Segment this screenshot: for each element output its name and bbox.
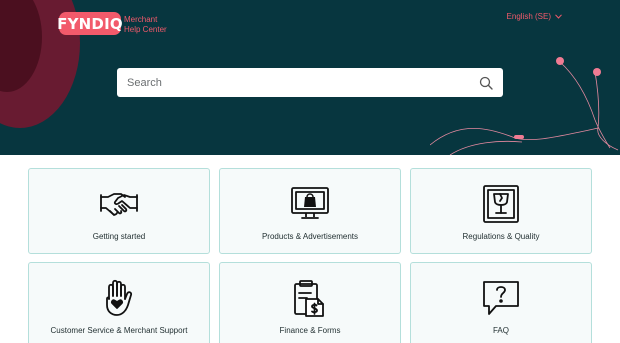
clipboard-dollar-icon — [289, 277, 331, 319]
category-card-products-advertisements[interactable]: Products & Advertisements — [219, 168, 401, 254]
site-subtitle[interactable]: Merchant Help Center — [124, 15, 167, 35]
category-label: Regulations & Quality — [462, 232, 540, 241]
fragile-box-icon — [480, 183, 522, 225]
category-label: Customer Service & Merchant Support — [50, 326, 188, 335]
category-card-customer-service[interactable]: Customer Service & Merchant Support — [28, 262, 210, 343]
logo-text: FYNDIQ — [57, 14, 123, 33]
category-card-regulations-quality[interactable]: Regulations & Quality — [410, 168, 592, 254]
search-input[interactable] — [127, 76, 479, 89]
subtitle-line-2: Help Center — [124, 25, 167, 34]
subtitle-line-1: Merchant — [124, 15, 158, 24]
category-label: FAQ — [492, 326, 509, 335]
category-card-getting-started[interactable]: Getting started — [28, 168, 210, 254]
hero-banner: FYNDIQ Merchant Help Center English (SE) — [0, 0, 620, 155]
category-label: Getting started — [92, 232, 146, 241]
category-card-faq[interactable]: FAQ — [410, 262, 592, 343]
earphones-illustration — [430, 57, 619, 155]
handshake-icon — [98, 183, 140, 225]
hand-heart-icon — [98, 277, 140, 319]
category-card-finance-forms[interactable]: Finance & Forms — [219, 262, 401, 343]
question-bubble-icon — [480, 277, 522, 319]
language-selector[interactable]: English (SE) — [507, 12, 562, 21]
language-label: English (SE) — [506, 12, 551, 21]
search-icon[interactable] — [479, 76, 493, 90]
search-bar — [117, 68, 503, 97]
category-label: Products & Advertisements — [261, 232, 359, 241]
monitor-shopping-bag-icon — [289, 183, 331, 225]
fyndiq-logo[interactable]: FYNDIQ — [57, 12, 123, 35]
category-grid: Getting started Products & Advertisement… — [28, 168, 592, 343]
chevron-down-icon — [555, 14, 562, 19]
category-label: Finance & Forms — [279, 326, 341, 335]
